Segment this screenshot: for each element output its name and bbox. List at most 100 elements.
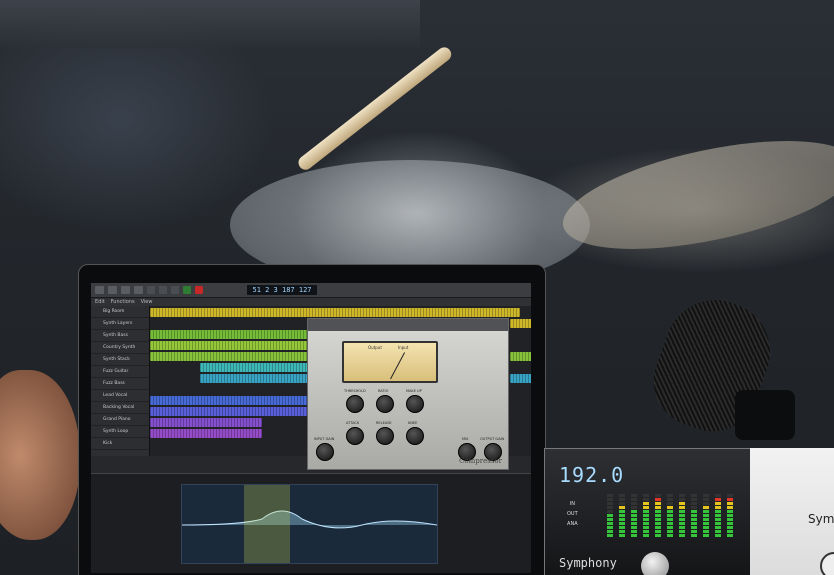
meter-segment [631, 530, 637, 533]
track-header[interactable]: Lead Vocal [91, 390, 149, 402]
track-header[interactable]: Kick [91, 438, 149, 450]
eq-panel [91, 473, 531, 573]
release-knob[interactable] [376, 427, 394, 445]
meter-segment [667, 518, 673, 521]
meter-segment [607, 518, 613, 521]
region-big-room[interactable] [150, 308, 520, 317]
inspector-button[interactable] [108, 286, 117, 294]
track-header[interactable]: Synth Stack [91, 354, 149, 366]
meter-segment [655, 510, 661, 513]
meter-segment [619, 494, 625, 497]
meter-segment [607, 534, 613, 537]
track-header[interactable]: Country Synth [91, 342, 149, 354]
help-button[interactable] [121, 286, 130, 294]
meter-segment [691, 526, 697, 529]
meter-segment [691, 514, 697, 517]
region-right-1[interactable] [510, 319, 531, 328]
forward-button[interactable] [159, 286, 167, 294]
meter-segment [703, 506, 709, 509]
meter-segment [619, 498, 625, 501]
ratio-knob[interactable] [376, 395, 394, 413]
play-button[interactable] [183, 286, 191, 294]
meter-segment [703, 502, 709, 505]
meter-segment [703, 494, 709, 497]
region-fuzz-bass[interactable] [200, 374, 310, 383]
level-meter [691, 493, 697, 537]
compressor-plugin-window: Output Input THRESHOLD RATIO MAKE UP ATT… [307, 318, 509, 470]
meter-segment [679, 502, 685, 505]
eq-curve [181, 485, 438, 563]
track-header[interactable]: Fuzz Guitar [91, 366, 149, 378]
meter-segment [655, 534, 661, 537]
io-in-label: IN [569, 501, 575, 507]
meter-segment [643, 522, 649, 525]
background-shelf [0, 0, 420, 48]
record-button[interactable] [195, 286, 203, 294]
meter-segment [679, 514, 685, 517]
rewind-button[interactable] [147, 286, 155, 294]
meter-segment [607, 526, 613, 529]
region-grand-piano[interactable] [150, 418, 262, 427]
meter-segment [643, 502, 649, 505]
meter-segment [607, 522, 613, 525]
second-interface-knob[interactable] [820, 552, 834, 575]
input-gain-knob[interactable] [316, 443, 334, 461]
meter-segment [631, 522, 637, 525]
track-header[interactable]: Backing Vocal [91, 402, 149, 414]
track-header[interactable]: Grand Piano [91, 414, 149, 426]
region-backing-vocal[interactable] [150, 407, 310, 416]
drum-microphone [640, 285, 795, 445]
track-header[interactable]: Synth Layers [91, 318, 149, 330]
meter-segment [727, 534, 733, 537]
region-right-3[interactable] [510, 374, 531, 383]
studio-photo: 51 2 3 187 127 Edit Functions View Big R… [0, 0, 834, 575]
meter-segment [715, 526, 721, 529]
meter-segment [715, 518, 721, 521]
region-synth-bass[interactable] [150, 330, 310, 339]
region-fuzz-guitar[interactable] [200, 363, 310, 372]
track-header[interactable]: Big Room [91, 306, 149, 318]
smart-controls-button[interactable] [134, 286, 143, 294]
region-right-2[interactable] [510, 352, 531, 361]
stop-button[interactable] [171, 286, 179, 294]
threshold-knob[interactable] [346, 395, 364, 413]
track-header[interactable]: Fuzz Bass [91, 378, 149, 390]
meter-segment [691, 534, 697, 537]
meter-segment [631, 534, 637, 537]
level-meter [655, 493, 661, 537]
track-header[interactable]: Synth Loop [91, 426, 149, 438]
meter-segment [643, 534, 649, 537]
level-meter [619, 493, 625, 537]
meter-segment [715, 530, 721, 533]
region-synth-loop[interactable] [150, 429, 262, 438]
knee-knob[interactable] [406, 427, 424, 445]
meter-segment [703, 522, 709, 525]
attack-knob[interactable] [346, 427, 364, 445]
meter-segment [691, 494, 697, 497]
meter-segment [715, 522, 721, 525]
region-synth-stack[interactable] [150, 352, 310, 361]
meter-segment [619, 506, 625, 509]
eq-graph[interactable] [181, 484, 438, 564]
meter-segment [679, 522, 685, 525]
region-country-synth[interactable] [150, 341, 310, 350]
attack-label: ATTACK [346, 421, 360, 425]
brand-label-2: Symp [808, 512, 834, 526]
library-button[interactable] [95, 286, 104, 294]
meter-segment [619, 502, 625, 505]
meter-segment [727, 514, 733, 517]
volume-knob[interactable] [641, 552, 669, 575]
meter-segment [727, 530, 733, 533]
region-lead-vocal[interactable] [150, 396, 310, 405]
level-meter [679, 493, 685, 537]
track-header[interactable]: Synth Bass [91, 330, 149, 342]
make-up-knob[interactable] [406, 395, 424, 413]
vu-mode-input[interactable]: Input [398, 345, 408, 350]
meter-segment [715, 502, 721, 505]
meter-segment [643, 494, 649, 497]
hand [0, 370, 80, 540]
vu-mode-output[interactable]: Output [368, 345, 382, 350]
meter-segment [727, 526, 733, 529]
meter-segment [667, 494, 673, 497]
meter-segment [607, 510, 613, 513]
